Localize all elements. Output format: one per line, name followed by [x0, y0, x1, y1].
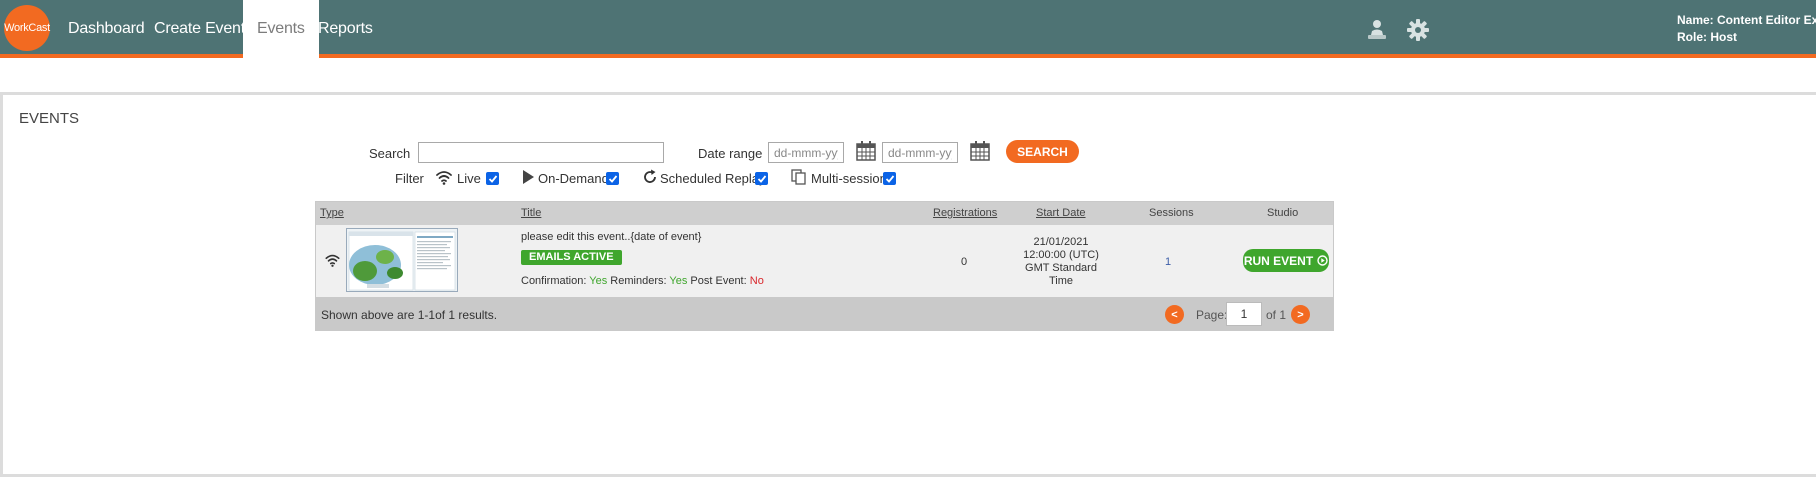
wifi-icon	[325, 254, 340, 267]
table-row: please edit this event..{date of event} …	[316, 225, 1333, 297]
search-input[interactable]	[418, 142, 664, 163]
calendar-icon[interactable]	[855, 140, 877, 162]
start-date-line: GMT Standard	[1025, 262, 1097, 274]
filter-on-demand-checkbox[interactable]	[606, 172, 619, 185]
registrations-count: 0	[961, 256, 968, 268]
filter-multi-session-checkbox[interactable]	[883, 172, 896, 185]
user-info: Name: Content Editor Ex Role: Host	[1677, 12, 1816, 46]
user-name: Name: Content Editor Ex	[1677, 13, 1816, 27]
filter-live-label: Live	[457, 171, 481, 186]
play-icon	[523, 170, 534, 184]
column-start-date[interactable]: Start Date	[1036, 207, 1086, 219]
filter-on-demand-label: On-Demand	[538, 171, 609, 186]
page-count: of 1	[1266, 308, 1287, 322]
next-page-button[interactable]: >	[1291, 305, 1310, 324]
nav-create-events[interactable]: Create Events	[154, 0, 253, 58]
column-registrations[interactable]: Registrations	[933, 207, 997, 219]
filter-scheduled-replay-label: Scheduled Replay	[660, 171, 766, 186]
confirmation-label: Confirmation:	[521, 275, 587, 287]
events-panel: EVENTS Search Date range SEARCH Filter L…	[0, 92, 1816, 477]
start-date-line: 21/01/2021	[1033, 236, 1089, 248]
filter-label: Filter	[395, 171, 424, 186]
prev-page-button[interactable]: <	[1165, 305, 1184, 324]
date-to-input[interactable]	[882, 142, 958, 163]
column-type[interactable]: Type	[320, 207, 344, 219]
reminders-label: Reminders:	[610, 275, 667, 287]
page-label: Page:	[1196, 308, 1228, 322]
user-role: Role: Host	[1677, 30, 1737, 44]
table-header: Type Title Registrations Start Date Sess…	[316, 202, 1333, 225]
top-navigation-bar: WorkCast Dashboard Create Events Events …	[0, 0, 1816, 62]
nav-reports[interactable]: Reports	[318, 0, 373, 58]
filter-multi-session-label: Multi-session	[811, 171, 887, 186]
wifi-icon	[436, 171, 452, 185]
event-thumbnail[interactable]	[346, 228, 458, 292]
start-date-line: Time	[1048, 275, 1074, 287]
date-range-label: Date range	[698, 146, 763, 161]
results-summary: Shown above are 1-1of 1 results.	[321, 308, 498, 322]
run-event-label: RUN EVENT	[1243, 253, 1314, 268]
reminders-value: Yes	[669, 275, 688, 287]
column-studio: Studio	[1267, 207, 1299, 219]
emails-active-badge: EMAILS ACTIVE	[521, 250, 622, 265]
replay-icon	[644, 169, 656, 183]
search-button[interactable]: SEARCH	[1006, 140, 1079, 163]
start-date-line: 12:00:00 (UTC)	[1023, 249, 1099, 261]
copy-icon	[791, 169, 806, 185]
email-status: Confirmation: Yes Reminders: Yes Post Ev…	[521, 275, 764, 287]
filter-scheduled-replay-checkbox[interactable]	[755, 172, 768, 185]
run-event-button[interactable]: RUN EVENT	[1243, 249, 1329, 272]
search-label: Search	[369, 146, 411, 161]
page-title: EVENTS	[19, 110, 80, 127]
post-event-value: No	[749, 275, 764, 287]
confirmation-value: Yes	[589, 275, 608, 287]
calendar-icon[interactable]	[969, 140, 991, 162]
nav-events[interactable]: Events	[243, 0, 319, 62]
event-title[interactable]: please edit this event..{date of event}	[521, 231, 701, 243]
table-footer: Shown above are 1-1of 1 results. < Page:…	[316, 297, 1333, 331]
start-date: 21/01/2021 12:00:00 (UTC) GMT Standard T…	[1016, 236, 1106, 288]
filter-live-checkbox[interactable]	[486, 172, 499, 185]
workcast-logo[interactable]: WorkCast	[4, 5, 50, 51]
column-title[interactable]: Title	[521, 207, 541, 219]
presenter-icon[interactable]	[1365, 18, 1389, 42]
gear-icon[interactable]	[1406, 18, 1430, 42]
post-event-label: Post Event:	[690, 275, 747, 287]
date-from-input[interactable]	[768, 142, 844, 163]
page-number-input[interactable]	[1226, 302, 1262, 326]
nav-dashboard[interactable]: Dashboard	[68, 0, 145, 58]
play-circle-icon	[1317, 255, 1328, 266]
column-sessions: Sessions	[1149, 207, 1194, 219]
events-table: Type Title Registrations Start Date Sess…	[315, 201, 1334, 331]
sessions-count[interactable]: 1	[1165, 256, 1171, 268]
